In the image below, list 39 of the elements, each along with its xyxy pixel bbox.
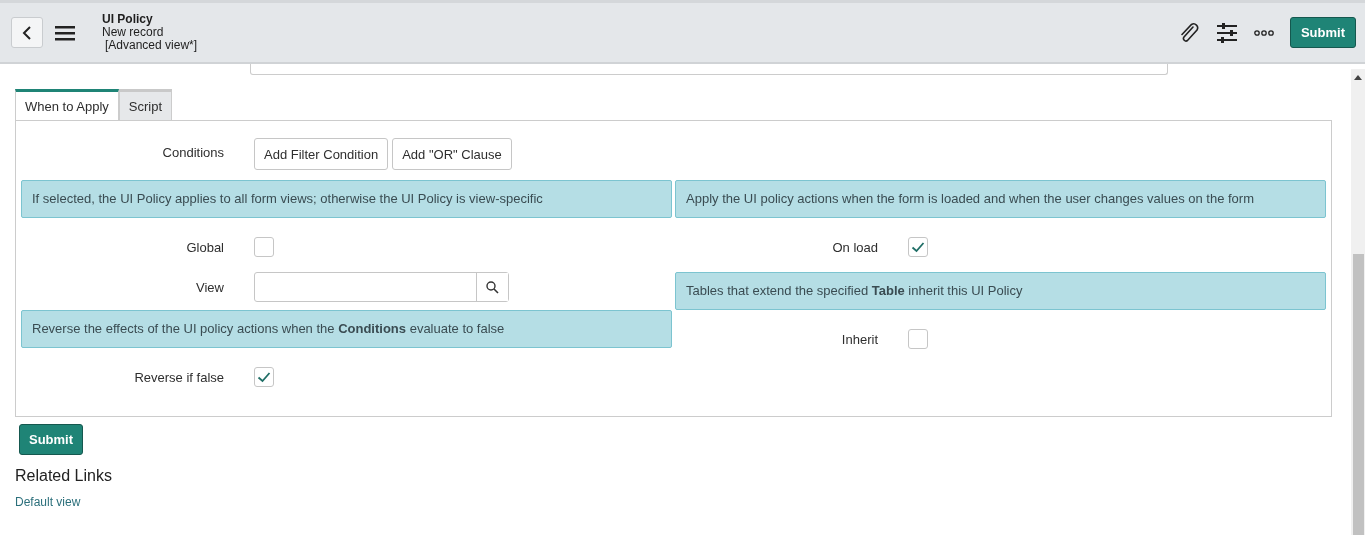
menu-icon[interactable]: [55, 24, 75, 41]
view-label: [Advanced view*]: [104, 39, 198, 52]
field-label: Global: [185, 239, 225, 255]
field-label: View: [195, 279, 225, 295]
back-icon: [22, 24, 32, 41]
info-message: If selected, the UI Policy applies to all form views; otherwise the UI Policy is view-specific: [21, 180, 672, 218]
checkbox[interactable]: [908, 237, 928, 257]
submit-button[interactable]: Submit: [1289, 17, 1356, 48]
checkbox[interactable]: [254, 367, 274, 387]
more-icon[interactable]: [1253, 28, 1274, 37]
input-field[interactable]: [250, 64, 1168, 75]
info-message: Reverse the effects of the UI policy actions when the Conditions evaluate to false: [21, 310, 672, 348]
checkbox[interactable]: [254, 237, 274, 257]
search-icon: [486, 280, 499, 294]
checkbox[interactable]: [908, 329, 928, 349]
tab[interactable]: When to Apply: [15, 89, 119, 120]
filter-button[interactable]: Add "OR" Clause: [392, 138, 512, 170]
related-link[interactable]: Default view: [15, 495, 81, 509]
tab[interactable]: Script: [118, 89, 173, 120]
info-message: Tables that extend the specified Table inherit this UI Policy: [675, 272, 1326, 310]
back-button[interactable]: [11, 17, 43, 48]
input-field[interactable]: [254, 272, 509, 302]
sliders-icon[interactable]: [1215, 21, 1238, 44]
section-heading: Related Links: [15, 467, 113, 485]
checkmark-icon: [911, 241, 925, 253]
record-type-title: UI Policy: [102, 13, 154, 26]
scroll-up-icon[interactable]: [1354, 75, 1362, 80]
field-label: Inherit: [840, 331, 879, 347]
record-subtitle: New record: [102, 26, 165, 39]
checkmark-icon: [257, 371, 271, 383]
search-button[interactable]: [476, 273, 508, 301]
field-label: Conditions: [161, 144, 225, 160]
field-label: On load: [831, 239, 879, 255]
info-message: Apply the UI policy actions when the form is loaded and when the user changes values on the form: [675, 180, 1326, 218]
filter-button[interactable]: Add Filter Condition: [254, 138, 389, 170]
submit-button[interactable]: Submit: [19, 424, 84, 455]
scrollbar-thumb[interactable]: [1352, 254, 1364, 535]
scrollbar[interactable]: [1351, 69, 1365, 535]
field-label: Reverse if false: [133, 369, 225, 385]
